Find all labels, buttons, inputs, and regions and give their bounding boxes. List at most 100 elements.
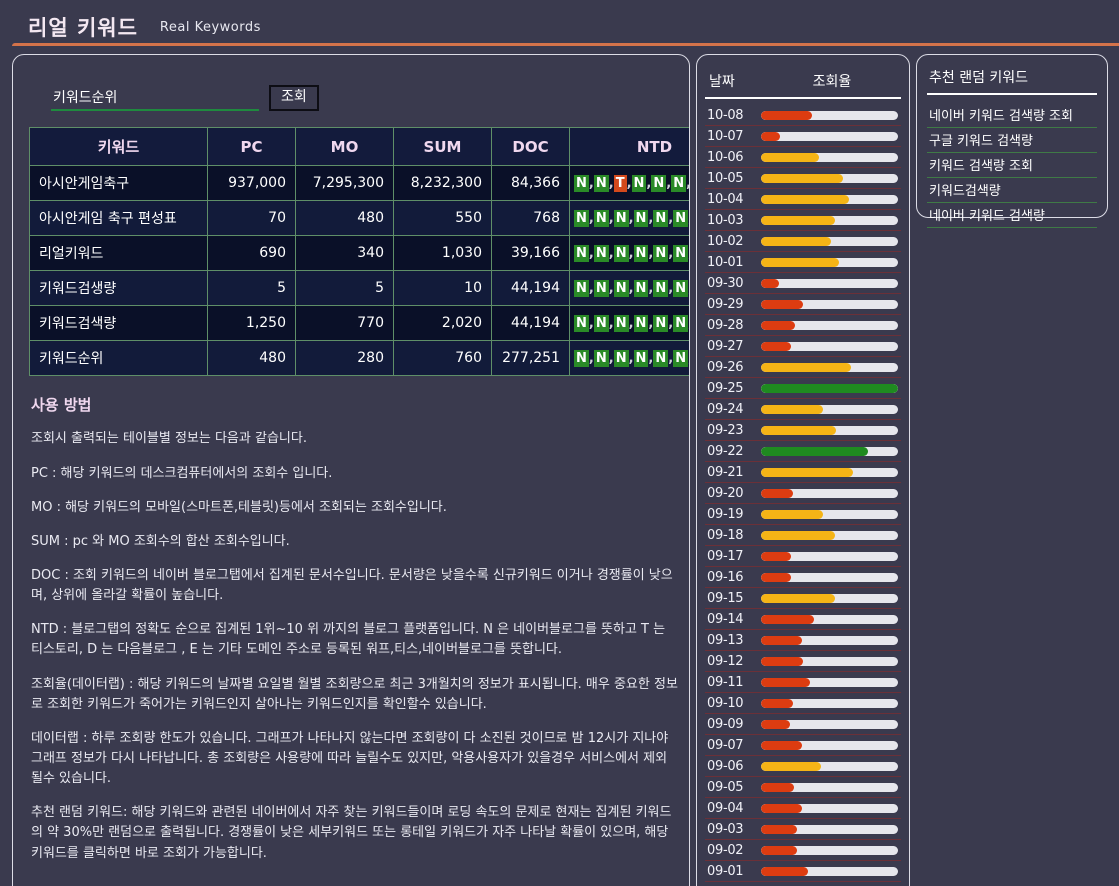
chart-row[interactable]: 09-29	[705, 294, 901, 315]
chart-row[interactable]: 09-26	[705, 357, 901, 378]
chart-row[interactable]: 09-20	[705, 483, 901, 504]
chart-row[interactable]: 09-06	[705, 756, 901, 777]
chart-row[interactable]: 09-21	[705, 462, 901, 483]
chart-row-date: 09-24	[707, 401, 744, 417]
ntd-separator: ,	[628, 351, 634, 367]
usage-paragraph: 데이터랩 : 하루 조회량 한도가 있습니다. 그래프가 나타나지 않는다면 조…	[31, 730, 669, 787]
usage-paragraph: 추천 랜덤 키워드: 해당 키워드와 관련된 네이버에서 자주 찾는 키워드들이…	[31, 805, 672, 861]
chart-row[interactable]: 10-07	[705, 126, 901, 147]
chart-row-date: 09-07	[707, 737, 744, 753]
chart-row[interactable]: 09-15	[705, 588, 901, 609]
recommended-keyword-item[interactable]: 구글 키워드 검색량	[927, 128, 1097, 153]
chart-row[interactable]: 10-02	[705, 231, 901, 252]
chart-row-date: 09-14	[707, 611, 744, 627]
main-panel: 조회 키워드 PC MO SUM DOC NTD 아시안게임축구937,0007…	[12, 54, 690, 886]
recommended-keywords-list: 네이버 키워드 검색량 조회 구글 키워드 검색량 키워드 검색량 조회 키워드검색량…	[927, 95, 1097, 228]
chart-row[interactable]: 10-03	[705, 210, 901, 231]
chart-row-bar-track	[761, 425, 898, 435]
chart-row-date: 09-27	[707, 338, 744, 354]
chart-row-bar-track	[761, 446, 898, 456]
search-input[interactable]	[51, 87, 259, 112]
ntd-token-n: N	[613, 350, 629, 368]
chart-row-bar-fill	[761, 845, 797, 855]
chart-row-bar-fill	[761, 782, 794, 792]
table-row[interactable]: 아시안게임 축구 편성표70480550768N,N,N,N,N,N,N,T,N…	[29, 200, 689, 237]
chart-row-bar-track	[761, 572, 898, 582]
chart-row[interactable]: 09-01	[705, 861, 901, 882]
chart-row[interactable]: 10-05	[705, 168, 901, 189]
chart-row[interactable]: 09-16	[705, 567, 901, 588]
chart-row[interactable]: 09-27	[705, 336, 901, 357]
chart-row-date: 10-07	[707, 128, 744, 144]
column-header-ntd: NTD	[569, 127, 689, 167]
chart-row[interactable]: 08-31	[705, 882, 901, 886]
search-button[interactable]: 조회	[269, 85, 319, 112]
ntd-separator: ,	[688, 281, 689, 296]
table-row[interactable]: 리얼키워드6903401,03039,166N,N,N,N,N,N,N,N,N,…	[29, 235, 689, 272]
cell-pc: 1,250	[207, 305, 296, 342]
ntd-separator: ,	[688, 351, 689, 366]
recommended-keyword-item[interactable]: 키워드검색량	[927, 178, 1097, 203]
chart-row[interactable]: 09-04	[705, 798, 901, 819]
chart-row[interactable]: 09-05	[705, 777, 901, 798]
chart-row[interactable]: 09-13	[705, 630, 901, 651]
chart-row[interactable]: 09-11	[705, 672, 901, 693]
chart-row-bar-track	[761, 530, 898, 540]
chart-row[interactable]: 09-02	[705, 840, 901, 861]
recommended-keyword-item[interactable]: 키워드 검색량 조회	[927, 153, 1097, 178]
chart-row[interactable]: 09-14	[705, 609, 901, 630]
table-row[interactable]: 키워드검색량1,2507702,02044,194N,N,N,N,N,N,N,N…	[29, 305, 689, 342]
chart-header-rate: 조회율	[812, 74, 852, 90]
recommended-keyword-item[interactable]: 네이버 키워드 검색량	[927, 203, 1097, 228]
chart-row-date: 09-18	[707, 527, 744, 543]
chart-row[interactable]: 10-06	[705, 147, 901, 168]
cell-ntd: N,N,N,N,N,N,N,N,N,N	[569, 305, 689, 342]
table-row[interactable]: 키워드순위480280760277,251N,N,N,N,N,N,N,N,N,N	[29, 340, 689, 377]
chart-row[interactable]: 09-19	[705, 504, 901, 525]
chart-row-date: 09-13	[707, 632, 744, 648]
chart-row-date: 10-03	[707, 212, 744, 228]
cell-sum: 550	[393, 200, 492, 237]
chart-row-bar-track	[761, 614, 898, 624]
chart-row-bar-track	[761, 593, 898, 603]
chart-row-bar-fill	[761, 677, 811, 687]
chart-header-date: 날짜	[709, 74, 735, 90]
ntd-separator: ,	[626, 176, 632, 192]
chart-row-bar-track	[761, 341, 898, 351]
ntd-token-n: N	[653, 245, 669, 263]
chart-row[interactable]: 09-22	[705, 441, 901, 462]
cell-sum: 2,020	[393, 305, 492, 342]
chart-row[interactable]: 09-25	[705, 378, 901, 399]
chart-row[interactable]: 10-04	[705, 189, 901, 210]
chart-row[interactable]: 09-23	[705, 420, 901, 441]
usage-paragraph: SUM : pc 와 MO 조회수의 합산 조회수입니다.	[31, 533, 290, 549]
chart-row-date: 09-02	[707, 842, 744, 858]
chart-row[interactable]: 10-01	[705, 252, 901, 273]
table-row[interactable]: 아시안게임축구 937,000 7,295,300 8,232,300 84,366 N,…	[29, 165, 689, 202]
ntd-separator: ,	[628, 211, 634, 227]
chart-row[interactable]: 09-28	[705, 315, 901, 336]
chart-row[interactable]: 09-10	[705, 693, 901, 714]
chart-row-bar-track	[761, 110, 898, 120]
column-header-keyword: 키워드	[29, 127, 208, 167]
ntd-token-n: N	[653, 315, 669, 333]
recommended-keyword-item[interactable]: 네이버 키워드 검색량 조회	[927, 103, 1097, 128]
chart-row[interactable]: 10-08	[705, 105, 901, 126]
chart-row[interactable]: 09-30	[705, 273, 901, 294]
chart-row[interactable]: 09-18	[705, 525, 901, 546]
chart-row[interactable]: 09-12	[705, 651, 901, 672]
table-row[interactable]: 키워드검생량551044,194N,N,N,N,N,N,N,N,N,N	[29, 270, 689, 307]
chart-row-bar-track	[761, 236, 898, 246]
chart-row-date: 09-01	[707, 863, 744, 879]
ntd-token-n: N	[673, 245, 689, 263]
chart-row[interactable]: 09-09	[705, 714, 901, 735]
chart-row-bar-fill	[761, 467, 853, 477]
chart-row[interactable]: 09-24	[705, 399, 901, 420]
chart-row[interactable]: 09-03	[705, 819, 901, 840]
chart-row-bar-track	[761, 278, 898, 288]
chart-row[interactable]: 09-17	[705, 546, 901, 567]
chart-row-bar-fill	[761, 173, 844, 183]
chart-row-bar-track	[761, 719, 898, 729]
chart-row[interactable]: 09-07	[705, 735, 901, 756]
chart-row-list[interactable]: 10-08 10-07 10-06 10-05 10-04 10-03 10-02 10-01…	[705, 99, 901, 886]
